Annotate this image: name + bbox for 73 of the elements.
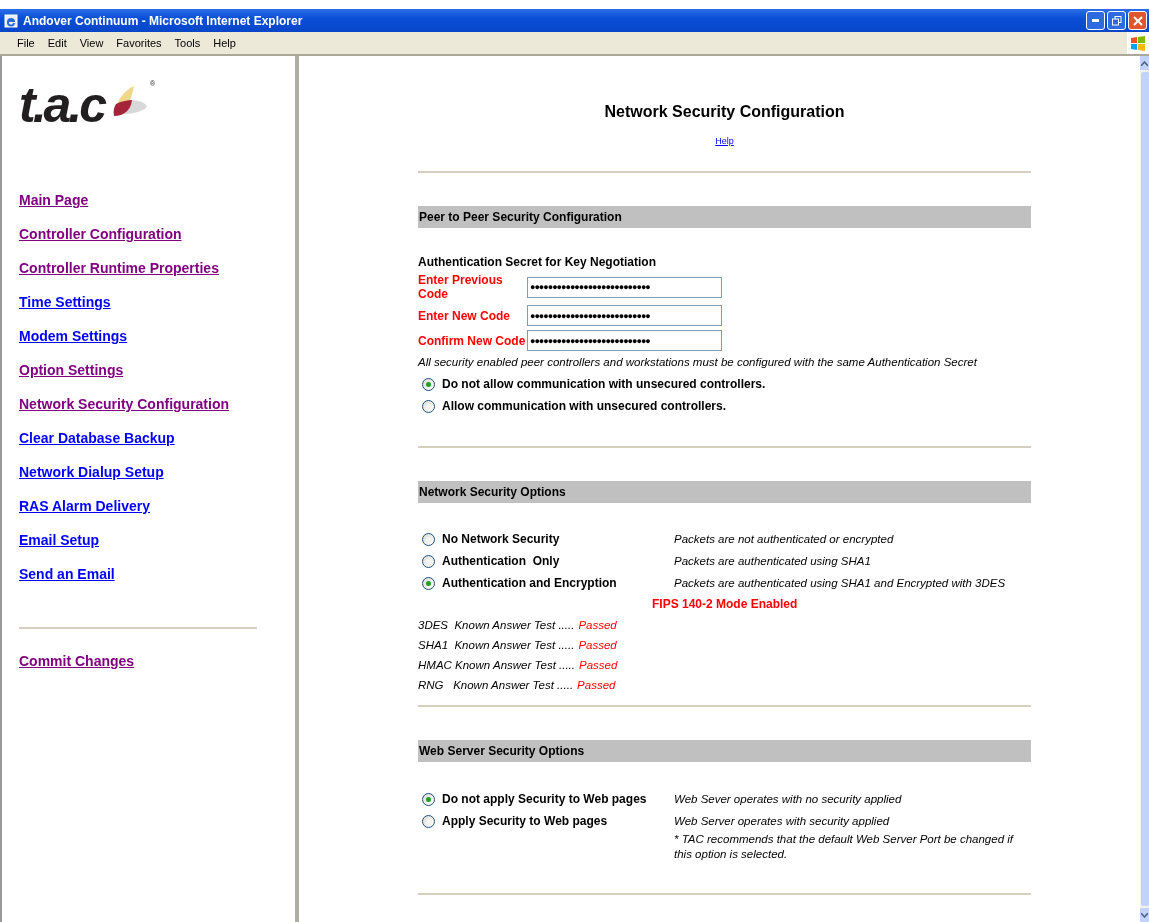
menu-item[interactable]: Tools: [171, 37, 209, 49]
nav-link[interactable]: RAS Alarm Delivery: [19, 498, 150, 515]
radio-button[interactable]: [422, 377, 435, 391]
test-name: 3DES Known Answer Test .....: [418, 619, 575, 631]
restore-button[interactable]: [1107, 11, 1126, 30]
option-label: Do not apply Security to Web pages: [442, 792, 647, 806]
code-field[interactable]: ●●●●●●●●●●●●●●●●●●●●●●●●●●●: [527, 305, 722, 326]
radio-button[interactable]: [422, 792, 435, 806]
nav-link[interactable]: Modem Settings: [19, 328, 128, 345]
section-header: Network Security Options: [418, 481, 1031, 503]
section-header: Peer to Peer Security Configuration: [418, 206, 1031, 228]
option-label: Authentication and Encryption: [442, 576, 617, 590]
option-label: Do not allow communication with unsecured controllers.: [442, 377, 766, 391]
nav-link[interactable]: Network Security Configuration: [19, 396, 230, 413]
window-title: Andover Continuum - Microsoft Internet Explorer: [23, 13, 304, 28]
option-label: Allow communication with unsecured controllers.: [442, 399, 727, 413]
restore-icon: [1111, 15, 1122, 26]
page-title: Network Security Configuration: [604, 103, 845, 121]
note-text: All security enabled peer controllers and workstations must be configured with the same Authentication Secret: [418, 356, 979, 368]
option-label: No Network Security: [442, 532, 560, 546]
nav-link[interactable]: Time Settings: [19, 294, 111, 311]
test-name: SHA1 Known Answer Test .....: [418, 639, 575, 651]
field-label: Enter Previous Code: [418, 273, 504, 301]
radio-button[interactable]: [422, 532, 435, 546]
test-result: Passed: [579, 659, 618, 671]
nav-link[interactable]: Option Settings: [19, 362, 124, 379]
radio-button[interactable]: [422, 399, 435, 413]
test-result: Passed: [578, 619, 617, 631]
windows-flag-icon: [1127, 32, 1149, 54]
fips-status: FIPS 140-2 Mode Enabled: [652, 597, 799, 611]
section-header: Web Server Security Options: [418, 740, 1031, 762]
nav-link[interactable]: Controller Runtime Properties: [19, 260, 219, 277]
radio-button[interactable]: [422, 814, 435, 828]
test-result: Passed: [578, 639, 617, 651]
close-icon: [1132, 15, 1143, 26]
menu-item[interactable]: Edit: [44, 37, 75, 49]
scroll-up-button[interactable]: [1140, 56, 1149, 70]
option-description: Web Server operates with security applied: [674, 815, 890, 827]
field-label: Confirm New Code: [418, 333, 527, 348]
browser-icon: [4, 13, 18, 28]
logo-text: t.a.c: [19, 76, 105, 134]
option-description: Packets are authenticated using SHA1 and Encrypted with 3DES: [674, 577, 1006, 589]
section-subheading: Authentication Secret for Key Negotiation: [418, 255, 658, 269]
test-name: HMAC Known Answer Test .....: [418, 659, 575, 671]
code-field[interactable]: ●●●●●●●●●●●●●●●●●●●●●●●●●●●: [527, 276, 722, 298]
commit-link[interactable]: Commit Changes: [19, 653, 135, 670]
close-button[interactable]: [1128, 11, 1147, 30]
code-field[interactable]: ●●●●●●●●●●●●●●●●●●●●●●●●●●●: [527, 330, 722, 351]
note-text: * TAC recommends that the default Web Server Port be changed if this option is selected.: [674, 832, 1015, 862]
menu-item[interactable]: File: [14, 37, 43, 49]
nav-link[interactable]: Main Page: [19, 192, 89, 209]
test-name: RNG Known Answer Test .....: [418, 679, 574, 691]
nav-link[interactable]: Send an Email: [19, 566, 115, 583]
radio-button[interactable]: [422, 554, 435, 568]
nav-link[interactable]: Network Dialup Setup: [19, 464, 164, 481]
nav-link[interactable]: Clear Database Backup: [19, 430, 175, 447]
option-description: Web Sever operates with no security applied: [674, 793, 902, 805]
option-label: Apply Security to Web pages: [442, 814, 608, 828]
menu-item[interactable]: View: [76, 37, 112, 49]
minimize-button[interactable]: [1086, 11, 1105, 30]
option-description: Packets are authenticated using SHA1: [674, 555, 871, 567]
menu-item[interactable]: Help: [210, 37, 244, 49]
scroll-down-button[interactable]: [1140, 908, 1149, 922]
option-label: Authentication Only: [442, 554, 560, 568]
help-link[interactable]: Help: [715, 136, 734, 146]
nav-link[interactable]: Controller Configuration: [19, 226, 182, 243]
field-label: Enter New Code: [418, 308, 511, 323]
option-description: Packets are not authenticated or encrypted: [674, 533, 894, 545]
test-result: Passed: [577, 679, 616, 691]
radio-button[interactable]: [422, 576, 435, 590]
menu-item[interactable]: Favorites: [113, 37, 170, 49]
nav-link[interactable]: Email Setup: [19, 532, 100, 549]
minimize-icon: [1092, 19, 1099, 22]
